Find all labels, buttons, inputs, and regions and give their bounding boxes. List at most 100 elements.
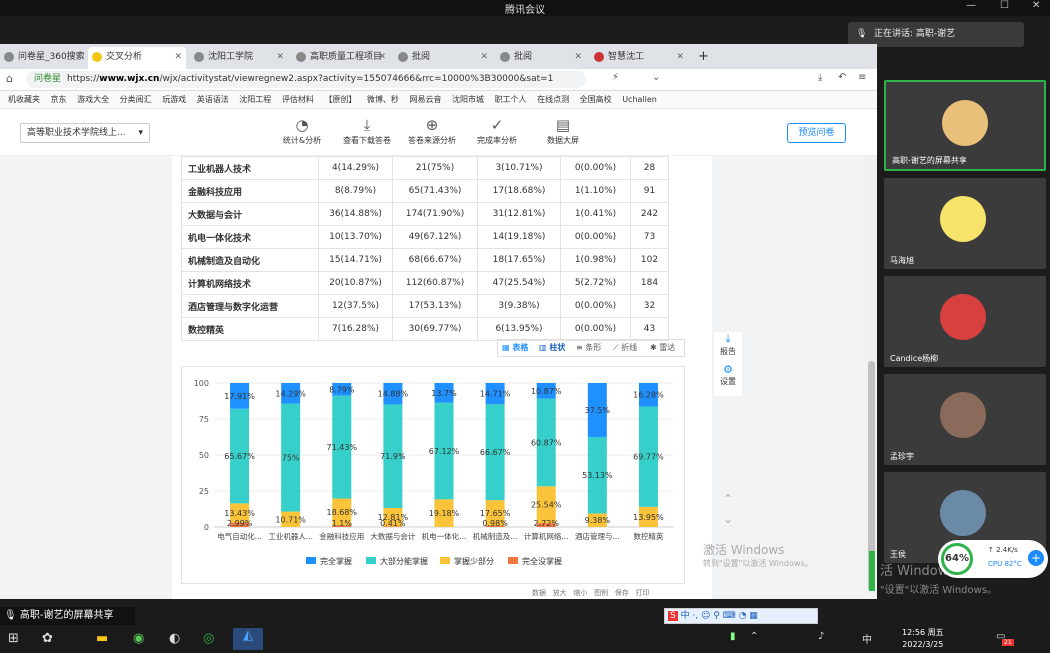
plus-icon[interactable]: + [1028,550,1044,566]
data-label: 0.98% [482,519,508,528]
minimize-button[interactable]: — [966,0,976,11]
bookmark-item[interactable]: 京东 [51,91,67,108]
browser-tab[interactable]: 沈阳工学院 ✕ [190,47,288,69]
menu-icon[interactable]: ≡ [858,72,866,83]
completion-analysis-button[interactable]: ✓ 完成率分析 [467,115,527,146]
bookmark-item[interactable]: 玩游戏 [162,91,186,108]
gear-icon[interactable]: ⚙ [714,363,742,376]
close-tab-icon[interactable]: ✕ [480,47,488,67]
view-table-button[interactable]: ▦ 表格 [502,340,528,356]
bookmark-item[interactable]: 微博、秒 [367,91,399,108]
app-icon[interactable]: ◐ [169,631,180,646]
view-radar-button[interactable]: ✱ 雷达 [650,340,675,356]
system-monitor-widget[interactable]: 64% ↑ 2.4K/s CPU 82°C + [938,540,1048,578]
stacked-bar-chart: 0 25 50 75 100 2.99% 13.43% 65.67% 17.91% 电气自动化..… [181,366,685,584]
browser-tab[interactable]: 问卷星_360搜索 [0,47,84,69]
chart-tool-save[interactable]: 保存 [615,589,629,597]
bookmark-item[interactable]: 沈阳市城 [452,91,484,108]
undo-icon[interactable]: ↶ [838,72,846,83]
view-bar-button[interactable]: ≡ 条形 [576,340,601,356]
battery-icon[interactable]: ▮ [730,631,736,642]
network-speed: ↑ 2.4K/s [988,546,1018,554]
bookmark-item[interactable]: Uchallen [622,91,657,108]
volume-icon[interactable]: ♪ [818,631,824,642]
cross-table: 工业机器人技术 4(14.29%) 21(75%) 3(10.71%) 0(0.00%)… [181,156,669,341]
download-icon[interactable]: ⤓ [818,72,822,83]
table-cell: 3(9.38%) [477,294,561,318]
bookmark-item[interactable]: 网易云音 [409,91,441,108]
bookmark-item[interactable]: 英语语法 [197,91,229,108]
lightning-icon[interactable]: ⚡ [612,72,619,83]
close-tab-icon[interactable]: ✕ [574,47,582,67]
chart-tool-zoom-in[interactable]: 放大 [553,589,567,597]
chevron-up-icon[interactable]: ⌃ [750,631,758,642]
report-icon[interactable]: ⤓ [714,332,742,346]
dashboard-icon: ▤ [555,116,571,134]
close-button[interactable]: ✕ [1032,0,1040,11]
view-line-button[interactable]: ⟋ 折线 [613,340,637,356]
new-tab-button[interactable]: + [694,47,709,69]
chevron-down-icon[interactable]: ⌄ [652,72,660,83]
favicon-icon [194,52,204,62]
stats-analysis-button[interactable]: ◔ 统计&分析 [272,115,332,146]
table-cell: 112(60.87%) [392,271,478,295]
settings-app-icon[interactable]: ✿ [42,631,53,646]
participant-card[interactable]: 马海旭 [884,178,1046,269]
bookmark-item[interactable]: 机收藏夹 [8,91,40,108]
home-icon[interactable]: ⌂ [6,72,13,85]
bookmark-item[interactable]: 分类阅汇 [120,91,152,108]
tencent-meeting-icon[interactable]: ◭ [233,628,263,650]
wechat-icon[interactable]: ◎ [203,631,214,646]
file-explorer-icon[interactable]: ▬ [96,631,108,646]
bookmark-item[interactable]: 在线点测 [537,91,569,108]
table-row: 数控精英 7(16.28%) 30(69.77%) 6(13.95%) 0(0.00%)… [181,317,669,341]
browser-tab[interactable]: 高职质量工程项目 ✕ [292,47,390,69]
preview-survey-button[interactable]: 预览问卷 [787,123,846,143]
vertical-scrollbar[interactable] [866,156,877,599]
url-field[interactable]: 问卷星 https://www.wjx.cn/wjx/activitystat/v… [26,71,586,88]
bookmark-item[interactable]: 全国高校 [580,91,612,108]
close-tab-icon[interactable]: ✕ [174,47,182,67]
bookmark-item[interactable]: 评估材料 [282,91,314,108]
data-screen-button[interactable]: ▤ 数据大屏 [533,115,593,146]
settings-label[interactable]: 设置 [714,376,742,387]
scroll-down-icon[interactable]: ⌄ [716,512,740,526]
participant-card[interactable]: 高职-谢艺的屏幕共享 [884,80,1046,171]
legend-label: 大部分能掌握 [380,556,428,566]
view-download-button[interactable]: ⤓ 查看下载答卷 [337,115,397,146]
cross-analysis-card: 工业机器人技术 4(14.29%) 21(75%) 3(10.71%) 0(0.00%)… [172,156,712,599]
favicon-icon [594,52,604,62]
bookmark-item[interactable]: 游戏大全 [77,91,109,108]
maximize-button[interactable]: ☐ [1000,0,1009,11]
close-tab-icon[interactable]: ✕ [378,47,386,67]
close-tab-icon[interactable]: ✕ [676,47,684,67]
page-content: 工业机器人技术 4(14.29%) 21(75%) 3(10.71%) 0(0.00%)… [0,156,877,599]
close-tab-icon[interactable]: ✕ [276,47,284,67]
data-label: 25.54% [531,501,562,510]
survey-select[interactable]: 高等职业技术学院线上... ▾ [20,123,150,143]
bookmark-item[interactable]: 沈阳工程 [239,91,271,108]
source-analysis-button[interactable]: ⊕ 答卷来源分析 [402,115,462,146]
taskbar-clock[interactable]: 12:56 周五 2022/3/25 [902,627,944,651]
language-indicator[interactable]: 中 [862,631,872,646]
browser-tab[interactable]: 批阅 ✕ [394,47,492,69]
browser-tab[interactable]: 智慧沈工 ✕ [590,47,688,69]
browser-tab-active[interactable]: 交叉分析 ✕ [88,47,186,69]
chart-tool-data[interactable]: 数据 [532,589,546,597]
participant-card[interactable]: Candice杨柳 [884,276,1046,367]
view-column-button[interactable]: ▥ 柱状 [539,340,565,356]
ime-toolbar[interactable]: S 中 ·, ☺ ⚲ ⌨ ◔ ▦ [664,608,818,624]
chart-tool-print[interactable]: 打印 [635,589,649,597]
bookmark-item[interactable]: 职工个人 [495,91,527,108]
windows-start-icon[interactable]: ⊞ [8,631,19,646]
scroll-up-icon[interactable]: ⌃ [716,492,740,506]
report-label[interactable]: 报告 [714,346,742,357]
participant-card[interactable]: 孟珍宇 [884,374,1046,465]
bookmark-item[interactable]: 【原创】 [324,91,356,108]
browser-tab[interactable]: 批阅 ✕ [496,47,586,69]
chart-tool-zoom-out[interactable]: 缩小 [573,589,587,597]
survey-select-value: 高等职业技术学院线上... [27,128,126,138]
browser-icon[interactable]: ◉ [133,631,144,646]
chart-view-switcher: ▦ 表格 ▥ 柱状 ≡ 条形 ⟋ 折线 ✱ 雷达 [497,339,685,357]
chart-tool-legend[interactable]: 图例 [594,589,608,597]
